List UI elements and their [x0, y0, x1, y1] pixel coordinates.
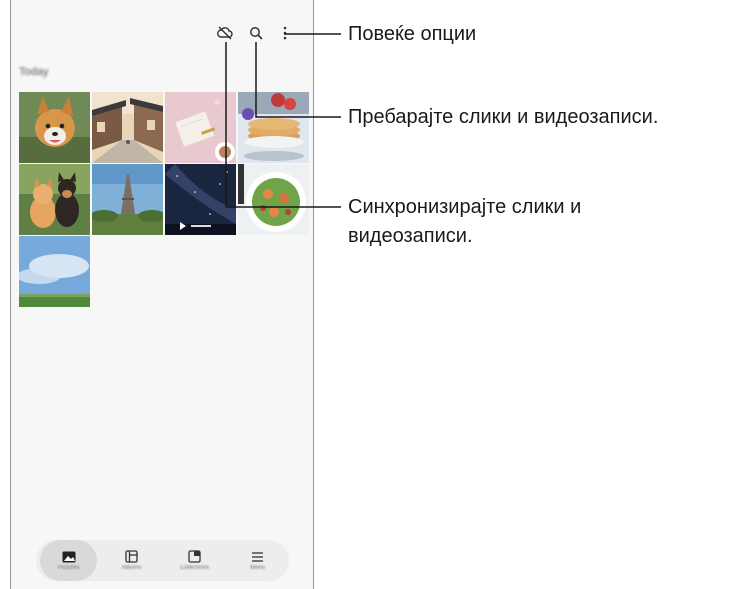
- callout-more-options: Повеќе опции: [348, 23, 477, 45]
- photo-thumbnail-notebook-desk[interactable]: [165, 92, 236, 163]
- tab-collections[interactable]: Collections: [166, 540, 223, 581]
- video-thumbnail-night-sky[interactable]: [165, 164, 236, 235]
- albums-icon: [125, 550, 138, 563]
- tab-menu[interactable]: Menu: [229, 540, 286, 581]
- callout-sync-line1: Синхронизирајте слики и: [348, 196, 582, 218]
- bottom-navigation-bar: Pictures Albums Collections Menu: [36, 540, 289, 581]
- tab-label-albums: Albums: [121, 565, 142, 571]
- photo-thumbnail-pancakes[interactable]: [238, 92, 309, 163]
- photo-thumbnail-dog[interactable]: [19, 92, 90, 163]
- photo-thumbnail-village-street[interactable]: [92, 92, 163, 163]
- tab-label-menu: Menu: [249, 564, 265, 571]
- phone-screen: Today Pictures Albums Collections Menu: [10, 0, 314, 589]
- search-icon[interactable]: [247, 24, 265, 42]
- picture-icon: [62, 551, 75, 562]
- callout-sync-line2: видеозаписи.: [348, 225, 473, 247]
- cloud-off-icon[interactable]: [216, 24, 234, 42]
- section-label-today: Today: [19, 66, 49, 78]
- photo-thumbnail-cat-and-dog[interactable]: [19, 164, 90, 235]
- more-options-icon[interactable]: [276, 24, 294, 42]
- collections-icon: [188, 550, 201, 563]
- callout-search: Пребарајте слики и видеозаписи.: [348, 106, 659, 128]
- tab-label-collections: Collections: [179, 565, 210, 571]
- photo-thumbnail-eiffel-tower[interactable]: [92, 164, 163, 235]
- tab-pictures[interactable]: Pictures: [40, 540, 97, 581]
- photo-thumbnail-salad[interactable]: [238, 164, 309, 235]
- tab-label-pictures: Pictures: [57, 564, 80, 571]
- menu-icon: [252, 551, 263, 562]
- tab-albums[interactable]: Albums: [103, 540, 160, 581]
- photo-thumbnail-sky-field[interactable]: [19, 236, 90, 307]
